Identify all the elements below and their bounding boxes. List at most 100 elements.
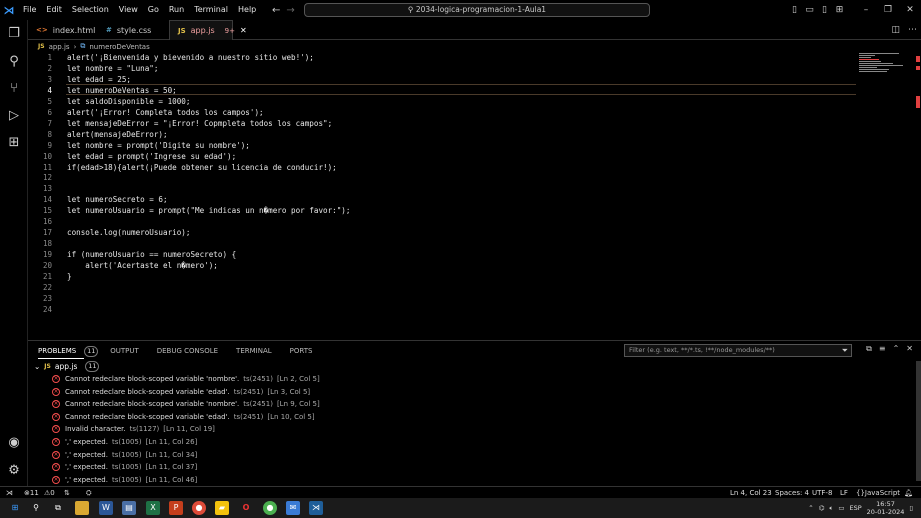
minimize-icon[interactable]: – xyxy=(855,5,877,15)
chrome-profile-icon[interactable]: ● xyxy=(263,501,277,515)
menu-terminal[interactable]: Terminal xyxy=(189,0,233,20)
sticky-notes-icon[interactable]: ▰ xyxy=(215,501,229,515)
line-number: 17 xyxy=(42,228,52,238)
file-explorer-icon[interactable] xyxy=(75,501,89,515)
close-panel-icon[interactable]: ✕ xyxy=(906,344,913,354)
more-actions-icon[interactable]: ⋯ xyxy=(908,25,917,35)
problem-code: ts(1127) xyxy=(129,425,160,434)
explorer-icon[interactable]: ❐ xyxy=(5,25,23,43)
input-language[interactable]: ESP xyxy=(849,504,861,512)
code-line[interactable]: alert('¡Bienvenida y bievenido a nuestro… xyxy=(67,53,314,62)
mail-icon[interactable]: ✉ xyxy=(286,501,300,515)
panel-scrollbar[interactable] xyxy=(916,361,921,481)
split-editor-icon[interactable]: ◫ xyxy=(891,25,900,35)
code-line[interactable]: let edad = 25; xyxy=(67,75,131,84)
volume-icon[interactable]: 🔈︎ xyxy=(829,504,833,513)
problem-group-app-js[interactable]: ⌄ JS app.js 11 xyxy=(34,361,111,372)
command-center-search[interactable]: ⚲ 2034-logica-programacion-1-Aula1 xyxy=(304,3,650,17)
code-line[interactable]: let numeroDeVentas = 50; xyxy=(67,86,177,95)
tab-index-html[interactable]: <> index.html xyxy=(28,20,95,40)
toggle-secondary-sidebar-icon[interactable]: ▯ xyxy=(817,5,832,15)
extensions-icon[interactable]: ⊞ xyxy=(5,134,23,152)
chevron-down-icon: ⌄ xyxy=(34,362,41,371)
problem-row[interactable]: × ',' expected. ts(1005) [Ln 11, Col 37] xyxy=(52,461,197,473)
chevron-up-icon[interactable]: ⌃ xyxy=(808,504,813,512)
code-line[interactable]: alert('¡Error! Completa todos los campos… xyxy=(67,108,264,117)
code-line[interactable]: let numeroSecreto = 6; xyxy=(67,195,168,204)
problem-message: Cannot redeclare block-scoped variable '… xyxy=(65,412,230,421)
search-view-icon[interactable]: ⚲ xyxy=(5,53,23,71)
menu-go[interactable]: Go xyxy=(143,0,164,20)
code-line[interactable]: if (numeroUsuario == numeroSecreto) { xyxy=(67,250,236,259)
restore-icon[interactable]: ❐ xyxy=(877,5,899,15)
battery-icon[interactable]: ▭ xyxy=(838,504,844,512)
tab-problems[interactable]: PROBLEMS xyxy=(38,344,85,359)
customize-layout-icon[interactable]: ⊞ xyxy=(832,5,847,15)
tab-debug-console[interactable]: DEBUG CONSOLE xyxy=(157,344,226,358)
code-line[interactable]: let numeroUsuario = prompt("Me indicas u… xyxy=(67,206,350,215)
problem-row[interactable]: × ',' expected. ts(1005) [Ln 11, Col 46] xyxy=(52,474,197,486)
code-line[interactable]: console.log(numeroUsuario); xyxy=(67,228,190,237)
menu-file[interactable]: File xyxy=(18,0,41,20)
task-view-icon[interactable]: ⧉ xyxy=(51,501,65,515)
menu-selection[interactable]: Selection xyxy=(67,0,114,20)
menu-run[interactable]: Run xyxy=(164,0,189,20)
toggle-panel-icon[interactable]: ▭ xyxy=(802,5,817,15)
account-icon[interactable]: ◉ xyxy=(5,434,23,452)
problem-row[interactable]: × Invalid character. ts(1127) [Ln 11, Col 1… xyxy=(52,423,215,435)
problem-row[interactable]: × Cannot redeclare block-scoped variable … xyxy=(52,386,310,398)
powerpoint-icon[interactable]: P xyxy=(169,501,183,515)
forward-arrow-icon[interactable]: → xyxy=(286,5,294,16)
excel-icon[interactable]: X xyxy=(146,501,160,515)
code-line[interactable]: if(edad>18){alert(¡Puede obtener su lice… xyxy=(67,163,337,172)
opera-icon[interactable]: O xyxy=(239,501,253,515)
close-tab-icon[interactable]: ✕ xyxy=(240,26,247,35)
breadcrumb-symbol[interactable]: numeroDeVentas xyxy=(89,43,149,51)
run-debug-icon[interactable]: ▷ xyxy=(5,107,23,125)
settings-gear-icon[interactable]: ⚙ xyxy=(5,462,23,480)
tab-style-css[interactable]: # style.css xyxy=(98,20,168,40)
taskbar-search-icon[interactable]: ⚲ xyxy=(29,501,43,515)
word-icon[interactable]: W xyxy=(99,501,113,515)
vscode-taskbar-icon[interactable]: ⋊ xyxy=(309,501,323,515)
maximize-panel-icon[interactable]: ⌃ xyxy=(893,344,900,354)
filter-icon[interactable]: ⏷ xyxy=(842,345,848,356)
code-line[interactable]: alert(mensajeDeError); xyxy=(67,130,168,139)
code-line[interactable]: let mensajeDeError = "¡Error! Copmpleta … xyxy=(67,119,332,128)
code-editor[interactable]: 1 2 3 4 5 6 7 8 9 10 11 12 13 14 15 16 17 18 19 20 21 22 23 24 … xyxy=(28,52,921,338)
menu-view[interactable]: View xyxy=(114,0,143,20)
toggle-primary-sidebar-icon[interactable]: ▯ xyxy=(787,5,802,15)
windows-start-icon[interactable]: ⊞ xyxy=(8,501,22,515)
breadcrumb-file[interactable]: app.js xyxy=(49,43,70,51)
source-control-icon[interactable]: ⑂ xyxy=(5,80,23,98)
code-line[interactable]: alert('Acertaste el n�mero'); xyxy=(67,261,218,270)
error-icon: × xyxy=(52,463,60,472)
tab-output[interactable]: OUTPUT xyxy=(110,344,147,358)
minimap[interactable] xyxy=(859,52,915,74)
chrome-icon[interactable]: ● xyxy=(192,501,206,515)
code-line[interactable]: let nombre = prompt('Digite su nombre'); xyxy=(67,141,250,150)
notification-center-icon[interactable]: ▯ xyxy=(909,504,913,512)
tab-ports[interactable]: PORTS xyxy=(290,344,321,358)
problem-row[interactable]: × Cannot redeclare block-scoped variable … xyxy=(52,398,320,410)
back-arrow-icon[interactable]: ← xyxy=(272,5,280,16)
code-line[interactable]: } xyxy=(67,272,72,281)
problem-row[interactable]: × ',' expected. ts(1005) [Ln 11, Col 34] xyxy=(52,449,197,461)
problem-row[interactable]: × Cannot redeclare block-scoped variable … xyxy=(52,411,315,423)
collapse-all-icon[interactable]: ⧉ xyxy=(866,344,872,354)
app-icon[interactable]: ▤ xyxy=(122,501,136,515)
tab-terminal[interactable]: TERMINAL xyxy=(236,344,280,358)
code-line[interactable]: let edad = prompt('Ingrese su edad'); xyxy=(67,152,236,161)
problems-filter-input[interactable]: Filter (e.g. text, **/*.ts, !**/node_mod… xyxy=(624,344,852,357)
tab-app-js[interactable]: JS app.js 9+ ✕ xyxy=(169,20,247,40)
problem-row[interactable]: × ',' expected. ts(1005) [Ln 11, Col 26] xyxy=(52,436,197,448)
close-window-icon[interactable]: ✕ xyxy=(899,5,921,15)
code-line[interactable]: let nombre = "Luna"; xyxy=(67,64,158,73)
menu-edit[interactable]: Edit xyxy=(41,0,67,20)
menu-help[interactable]: Help xyxy=(233,0,261,20)
code-line[interactable]: let saldoDisponible = 1000; xyxy=(67,97,190,106)
view-as-list-icon[interactable]: ≡ xyxy=(879,344,886,354)
network-icon[interactable]: ⌬ xyxy=(819,504,825,512)
problem-row[interactable]: × Cannot redeclare block-scoped variable … xyxy=(52,373,320,385)
clock[interactable]: 16:57 20-01-2024 xyxy=(867,500,905,516)
